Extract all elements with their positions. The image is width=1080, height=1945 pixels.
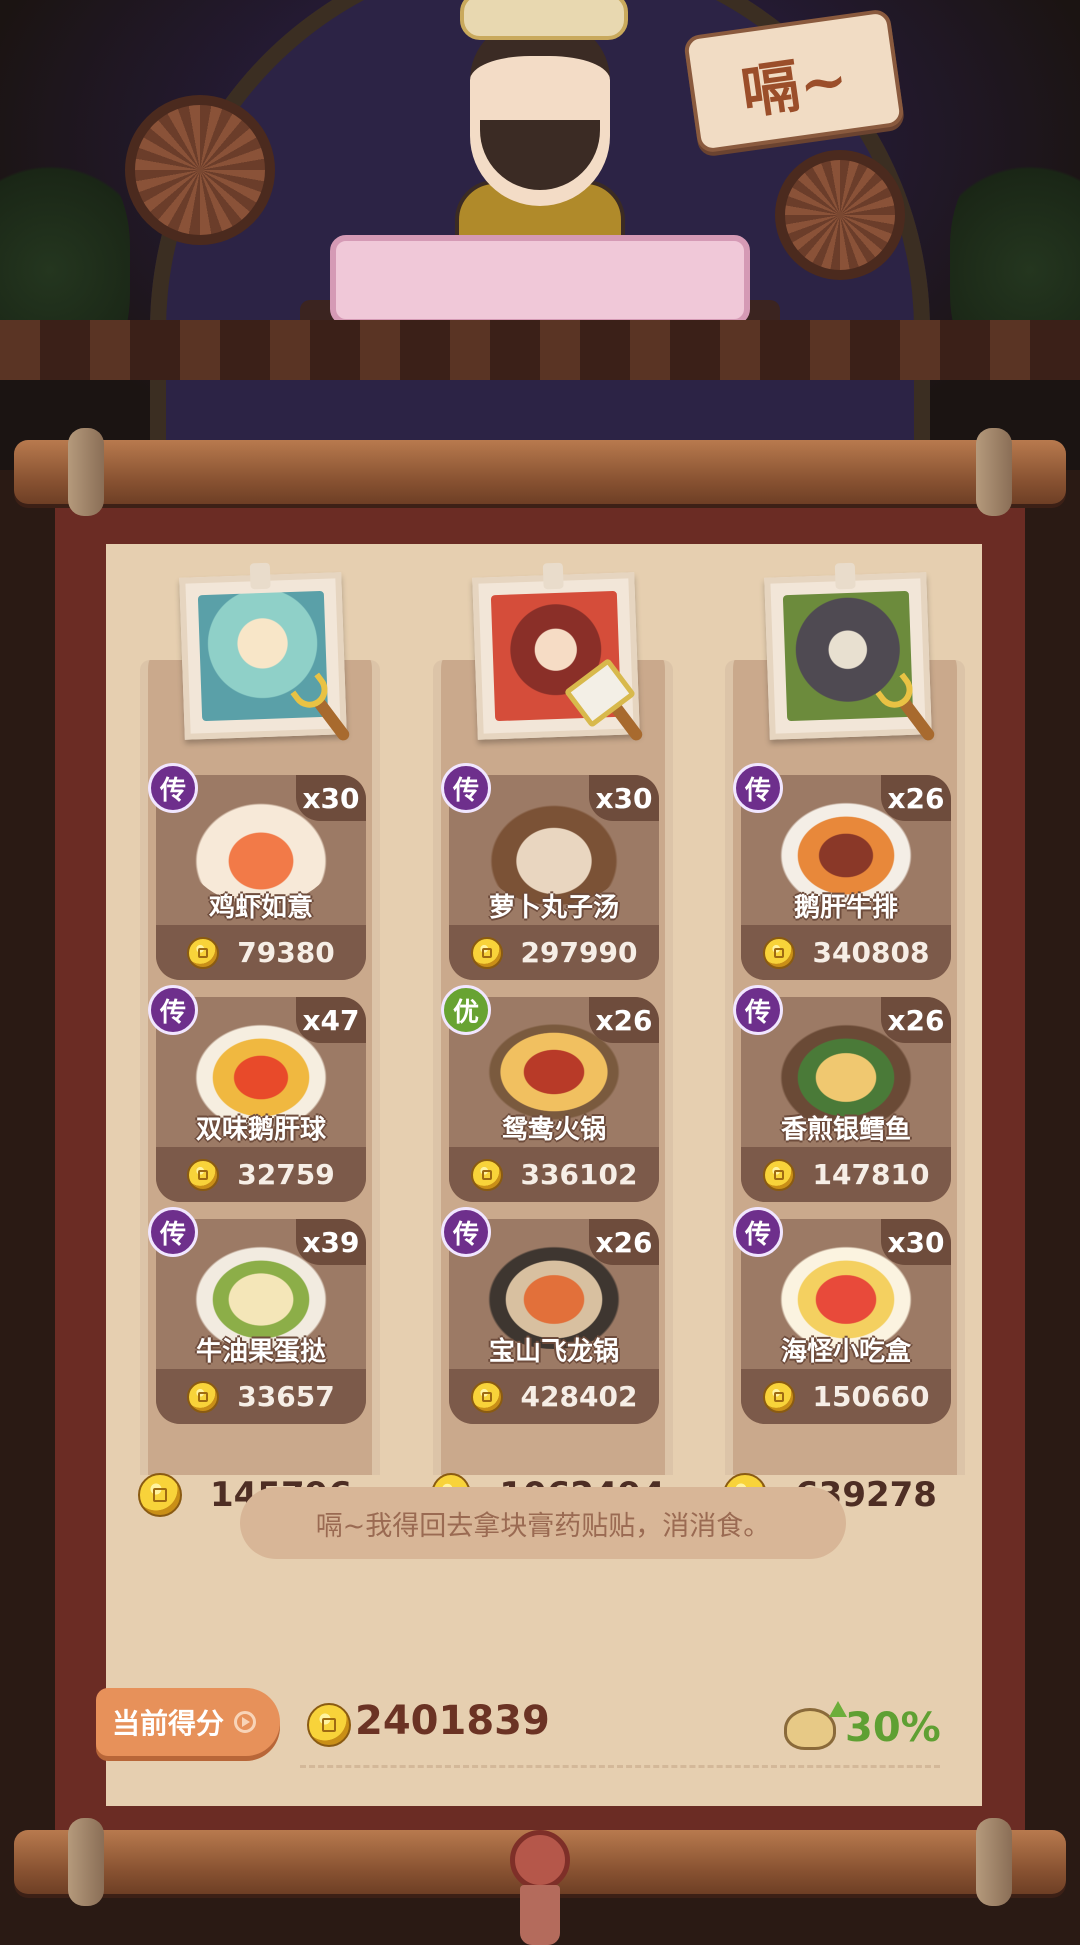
dish-card[interactable]: 传 x30 海怪小吃盒 150660 xyxy=(733,1207,951,1424)
dish-price: 150660 xyxy=(741,1369,951,1424)
dish-quantity: x26 xyxy=(881,997,951,1043)
dish-price: 147810 xyxy=(741,1147,951,1202)
dish-price: 33657 xyxy=(156,1369,366,1424)
rank-badge: 传 xyxy=(733,985,783,1035)
dish-quantity: x26 xyxy=(589,997,659,1043)
dish-price-value: 297990 xyxy=(520,936,638,969)
dish-name: 牛油果蛋挞 xyxy=(195,1337,326,1367)
divider xyxy=(300,1765,940,1768)
rank-badge: 传 xyxy=(148,985,198,1035)
fan-left-decoration xyxy=(125,95,275,245)
dish-price: 297990 xyxy=(449,925,659,980)
rank-badge: 传 xyxy=(733,763,783,813)
dish-card[interactable]: 传 x47 双味鹅肝球 32759 xyxy=(148,985,366,1202)
diner-column-3: 传 x26 鹅肝牛排 340808 传 x26 香煎银鳕鱼 147810 传 x… xyxy=(723,562,965,1517)
fan-right-decoration xyxy=(775,150,905,280)
full-belly-icon xyxy=(784,1701,847,1750)
dish-quantity: x30 xyxy=(881,1219,951,1265)
dish-card[interactable]: 传 x26 香煎银鳕鱼 147810 xyxy=(733,985,951,1202)
diner-column-2: 传 x30 萝卜丸子汤 297990 优 x26 鸳鸯火锅 336102 传 x… xyxy=(431,562,673,1517)
dish-name: 鹅肝牛排 xyxy=(793,893,898,923)
dish-card[interactable]: 传 x30 萝卜丸子汤 297990 xyxy=(441,763,659,980)
dish-price-value: 32759 xyxy=(237,1158,335,1191)
dish-price-value: 79380 xyxy=(237,936,335,969)
current-score-value: 2401839 xyxy=(355,1698,550,1744)
dish-price: 336102 xyxy=(449,1147,659,1202)
burp-sign-text: 嗝~ xyxy=(737,44,853,128)
dish-price-value: 33657 xyxy=(237,1380,335,1413)
diner-portrait-3[interactable] xyxy=(764,562,937,743)
dish-price-value: 340808 xyxy=(812,936,930,969)
dish-price: 32759 xyxy=(156,1147,366,1202)
dish-price-value: 150660 xyxy=(812,1380,930,1413)
dish-quantity: x47 xyxy=(296,997,366,1043)
dish-card[interactable]: 传 x26 宝山飞龙锅 428402 xyxy=(441,1207,659,1424)
dish-quantity: x26 xyxy=(881,775,951,821)
coin-icon xyxy=(307,1703,351,1747)
coin-icon xyxy=(762,1380,795,1413)
customer-scene: 嗝~ xyxy=(0,0,1080,470)
dish-name: 香煎银鳕鱼 xyxy=(780,1115,911,1145)
scroll-rod-top xyxy=(14,428,1066,516)
dish-quantity: x39 xyxy=(296,1219,366,1265)
dish-card[interactable]: 传 x30 鸡虾如意 79380 xyxy=(148,763,366,980)
dish-name: 萝卜丸子汤 xyxy=(488,893,619,923)
dish-price: 428402 xyxy=(449,1369,659,1424)
rank-badge: 优 xyxy=(441,985,491,1035)
dish-name: 海怪小吃盒 xyxy=(780,1337,911,1367)
play-arrow-icon xyxy=(234,1711,257,1733)
dish-card[interactable]: 优 x26 鸳鸯火锅 336102 xyxy=(441,985,659,1202)
dish-price: 340808 xyxy=(741,925,951,980)
diner-portrait-1[interactable] xyxy=(179,562,352,743)
coin-icon xyxy=(470,936,503,969)
dish-name: 鸳鸯火锅 xyxy=(501,1115,606,1145)
satiety-bonus-value: 30% xyxy=(845,1705,941,1751)
diner-portrait-2[interactable] xyxy=(472,562,645,743)
rank-badge: 传 xyxy=(441,763,491,813)
dish-quantity: x30 xyxy=(589,775,659,821)
diner-column-1: 传 x30 鸡虾如意 79380 传 x47 双味鹅肝球 32759 传 x39… xyxy=(138,562,380,1517)
dish-card[interactable]: 传 x26 鹅肝牛排 340808 xyxy=(733,763,951,980)
coin-icon xyxy=(762,936,795,969)
coin-icon xyxy=(470,1158,503,1191)
coin-icon xyxy=(762,1158,795,1191)
dish-name: 宝山飞龙锅 xyxy=(488,1337,619,1367)
fence xyxy=(0,320,1080,380)
dish-quantity: x30 xyxy=(296,775,366,821)
dish-price-value: 147810 xyxy=(812,1158,930,1191)
current-score-tab[interactable]: 当前得分 xyxy=(96,1688,280,1756)
rank-badge: 传 xyxy=(441,1207,491,1257)
current-score-label: 当前得分 xyxy=(112,1707,225,1740)
dish-price-value: 336102 xyxy=(520,1158,638,1191)
coin-icon xyxy=(187,1158,220,1191)
dining-table xyxy=(330,235,750,325)
coin-icon xyxy=(138,1473,182,1517)
dish-name: 鸡虾如意 xyxy=(208,893,313,923)
tassel-decoration xyxy=(500,1830,580,1945)
dish-price-value: 428402 xyxy=(520,1380,638,1413)
coin-icon xyxy=(187,936,220,969)
customer-speech: 嗝~我得回去拿块膏药贴贴，消消食。 xyxy=(240,1487,846,1559)
rank-badge: 传 xyxy=(148,763,198,813)
dish-card[interactable]: 传 x39 牛油果蛋挞 33657 xyxy=(148,1207,366,1424)
rank-badge: 传 xyxy=(733,1207,783,1257)
dish-name: 双味鹅肝球 xyxy=(195,1115,326,1145)
cleaver-icon xyxy=(563,657,667,761)
dish-quantity: x26 xyxy=(589,1219,659,1265)
dish-price: 79380 xyxy=(156,925,366,980)
coin-icon xyxy=(187,1380,220,1413)
coin-icon xyxy=(470,1380,503,1413)
rank-badge: 传 xyxy=(148,1207,198,1257)
